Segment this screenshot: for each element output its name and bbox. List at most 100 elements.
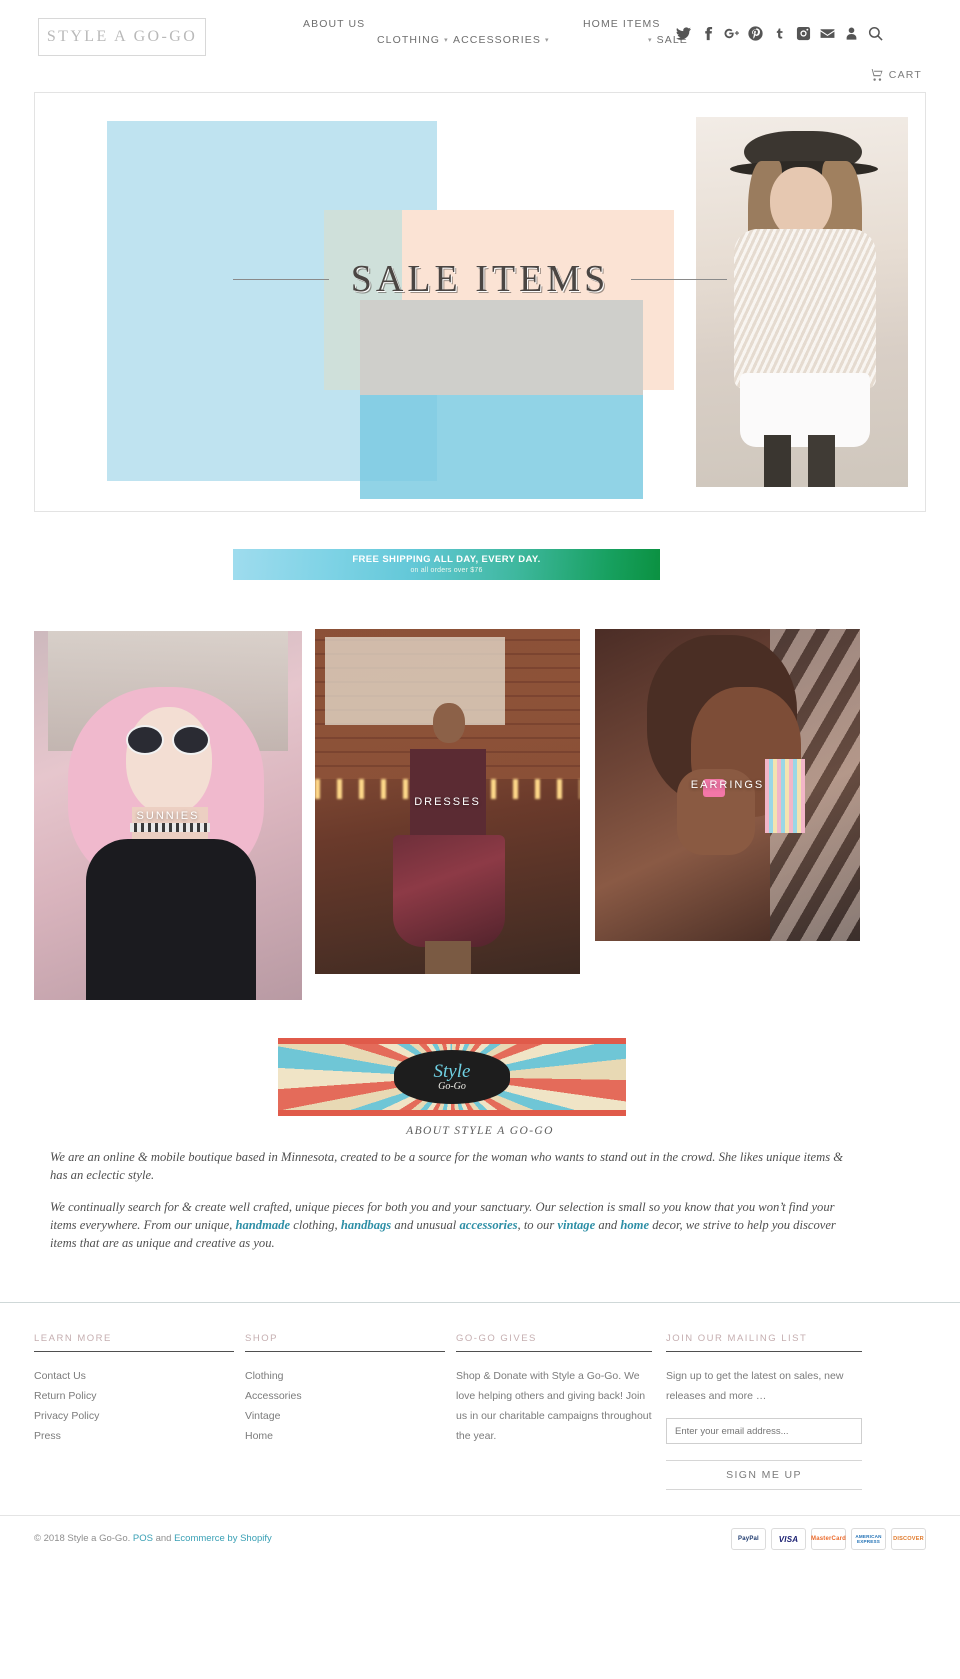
shopify-link[interactable]: Ecommerce by Shopify [174,1533,272,1544]
choker-shape [130,823,210,832]
site-logo-text: STYLE A GO-GO [46,28,198,45]
link-handmade[interactable]: handmade [235,1218,290,1232]
category-tile-earrings[interactable]: EARRINGS [595,629,860,941]
body-shape [86,839,256,1000]
skirt-shape [740,373,870,447]
hero-banner[interactable]: SALE ITEMS [34,92,926,512]
hero-title: SALE ITEMS [350,258,610,300]
footer-link-return-policy[interactable]: Return Policy [34,1386,234,1406]
category-label-earrings: EARRINGS [690,779,765,791]
banner-top-stripe [278,1038,626,1044]
dress-skirt-shape [393,835,505,947]
shipping-headline: FREE SHIPPING ALL DAY, EVERY DAY. [352,553,541,565]
link-handbags[interactable]: handbags [341,1218,391,1232]
category-label-sunnies: SUNNIES [136,809,200,822]
cart-icon [868,69,883,81]
free-shipping-banner[interactable]: FREE SHIPPING ALL DAY, EVERY DAY. on all… [233,549,660,580]
link-accessories[interactable]: accessories [459,1218,517,1232]
footer-column-shop: SHOP Clothing Accessories Vintage Home [245,1333,445,1446]
footer-link-contact-us[interactable]: Contact Us [34,1366,234,1386]
visa-icon: VISA [771,1528,806,1550]
brand-badge-line2: Go-Go [438,1080,466,1092]
brand-badge-line1: Style [433,1060,471,1082]
footer-link-home[interactable]: Home [245,1426,445,1446]
marquee-sign-shape [325,637,505,725]
footer-link-press[interactable]: Press [34,1426,234,1446]
nav-item-accessories[interactable]: ACCESSORIES ▾ [453,34,550,46]
discover-icon: DISCOVER [891,1528,926,1550]
copyright-mid: and [152,1533,175,1544]
about-p2-part-b: clothing, [290,1218,341,1232]
hero-block-gray [360,300,643,395]
footer-link-privacy-policy[interactable]: Privacy Policy [34,1406,234,1426]
facebook-icon[interactable] [700,26,715,41]
footer-link-accessories[interactable]: Accessories [245,1386,445,1406]
category-tile-dresses[interactable]: DRESSES [315,629,580,974]
nav-label-about-us: ABOUT US [303,18,366,30]
email-icon[interactable] [820,26,835,41]
category-label-dresses: DRESSES [414,795,481,808]
hero-rule-left [232,278,329,280]
category-tile-sunnies[interactable]: SUNNIES [34,631,302,1000]
about-paragraph-1: We are an online & mobile boutique based… [50,1150,844,1182]
amex-icon: AMERICAN EXPRESS [851,1528,886,1550]
tassel-earring-shape [765,759,805,833]
twitter-icon[interactable] [676,26,691,41]
copyright-bar: © 2018 Style a Go-Go. POS and Ecommerce … [0,1515,960,1579]
about-body: We are an online & mobile boutique based… [50,1148,850,1266]
footer-heading-rule [34,1351,234,1352]
search-icon[interactable] [868,26,883,41]
nav-item-clothing[interactable]: CLOTHING ▾ [377,34,449,46]
nav-label-clothing: CLOTHING [377,34,441,46]
nav-label-accessories: ACCESSORIES [453,34,541,46]
copyright-text: © 2018 Style a Go-Go. POS and Ecommerce … [34,1533,272,1544]
pos-link[interactable]: POS [133,1533,153,1544]
pinterest-icon[interactable] [748,26,763,41]
footer-link-vintage[interactable]: Vintage [245,1406,445,1426]
about-paragraph-2: We continually search for & create well … [50,1198,850,1252]
about-heading: ABOUT STYLE A GO-GO [406,1125,554,1137]
chevron-down-icon: ▾ [444,37,449,44]
email-input[interactable] [666,1418,862,1444]
copyright-prefix: © 2018 Style a Go-Go. [34,1533,133,1544]
nav-item-home-items[interactable]: HOME ITEMS [583,18,661,30]
tumblr-icon[interactable] [772,26,787,41]
footer-heading-go-go-gives: GO-GO GIVES [456,1333,537,1344]
sign-me-up-button[interactable]: SIGN ME UP [666,1460,862,1490]
sunglasses-right-lens [172,725,210,755]
site-header: STYLE A GO-GO ABOUT US CLOTHING ▾ ACCESSO… [0,0,960,92]
google-plus-icon[interactable] [724,26,739,41]
cart-button[interactable]: CART [868,69,922,81]
lace-texture [734,229,876,389]
sunglasses-left-lens [126,725,164,755]
head-shape [433,703,465,743]
shipping-subline: on all orders over $76 [410,566,483,574]
hero-title-row: SALE ITEMS [52,257,908,301]
link-home[interactable]: home [620,1218,649,1232]
social-links [676,26,883,41]
link-vintage[interactable]: vintage [557,1218,595,1232]
footer-heading-rule [666,1351,862,1352]
footer-link-clothing[interactable]: Clothing [245,1366,445,1386]
hero-model-photo [696,117,908,487]
about-p2-part-c: and unusual [391,1218,460,1232]
face-shape [126,707,212,815]
payment-methods: PayPal VISA MasterCard AMERICAN EXPRESS … [731,1528,926,1550]
footer-column-go-go-gives: GO-GO GIVES Shop & Donate with Style a G… [456,1333,652,1446]
footer-heading-rule [456,1351,652,1352]
category-tiles: SUNNIES DRESSES EARRINGS [34,629,926,1000]
leg-left-shape [764,435,791,487]
footer-column-mailing-list: JOIN OUR MAILING LIST Sign up to get the… [666,1333,862,1490]
account-icon[interactable] [844,26,859,41]
nav-label-home-items: HOME ITEMS [583,18,661,30]
hero-rule-right [631,278,728,280]
about-p2-part-d: , to our [517,1218,558,1232]
nav-item-about-us[interactable]: ABOUT US [303,18,365,30]
cart-label: CART [888,69,922,81]
footer-heading-shop: SHOP [245,1333,278,1344]
instagram-icon[interactable] [796,26,811,41]
about-brand-banner: Style Go-Go [278,1038,626,1116]
banner-bottom-stripe [278,1110,626,1116]
site-logo[interactable]: STYLE A GO-GO [38,18,206,56]
go-go-gives-text: Shop & Donate with Style a Go-Go. We lov… [456,1370,652,1442]
